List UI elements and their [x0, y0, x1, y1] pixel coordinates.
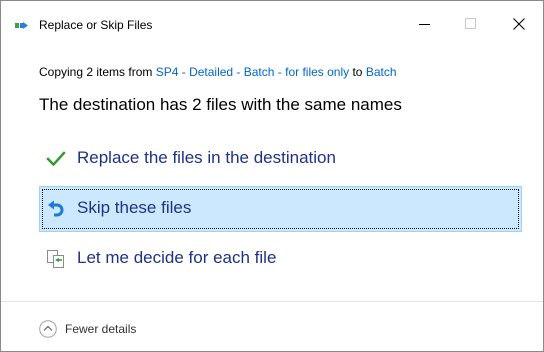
copy-prefix: Copying 2 items from: [39, 65, 156, 79]
source-folder-link[interactable]: SP4 - Detailed - Batch - for files only: [156, 65, 349, 79]
decide-each-file-option[interactable]: Let me decide for each file: [39, 236, 522, 282]
compare-files-icon: [47, 250, 64, 268]
decide-each-file-label: Let me decide for each file: [77, 248, 277, 267]
skip-files-label: Skip these files: [77, 198, 192, 217]
conflict-headline: The destination has 2 files with the sam…: [39, 95, 402, 114]
replace-files-label: Replace the files in the destination: [77, 148, 336, 167]
fewer-details-label: Fewer details: [65, 322, 137, 336]
title-bar: Replace or Skip Files: [1, 1, 543, 47]
destination-folder-link[interactable]: Batch: [366, 65, 397, 79]
close-button[interactable]: [496, 1, 542, 47]
replace-or-skip-dialog: Replace or Skip Files Copying 2 items fr…: [0, 0, 544, 352]
fewer-details-button[interactable]: Fewer details: [39, 319, 136, 339]
copy-status-line: Copying 2 items from SP4 - Detailed - Ba…: [39, 65, 397, 79]
window-title: Replace or Skip Files: [39, 18, 153, 32]
dialog-footer: Fewer details: [1, 302, 543, 351]
copy-middle: to: [349, 65, 366, 79]
maximize-icon: [465, 18, 476, 29]
skip-icon: [48, 200, 64, 217]
checkmark-icon: [46, 151, 66, 167]
chevron-up-circle-icon: [39, 320, 57, 338]
minimize-button[interactable]: [402, 1, 448, 47]
replace-files-option[interactable]: Replace the files in the destination: [39, 136, 522, 182]
skip-files-option[interactable]: Skip these files: [39, 186, 522, 232]
file-move-icon: [15, 22, 28, 29]
close-icon: [513, 18, 525, 30]
minimize-icon: [419, 24, 430, 25]
maximize-button[interactable]: [448, 1, 494, 47]
